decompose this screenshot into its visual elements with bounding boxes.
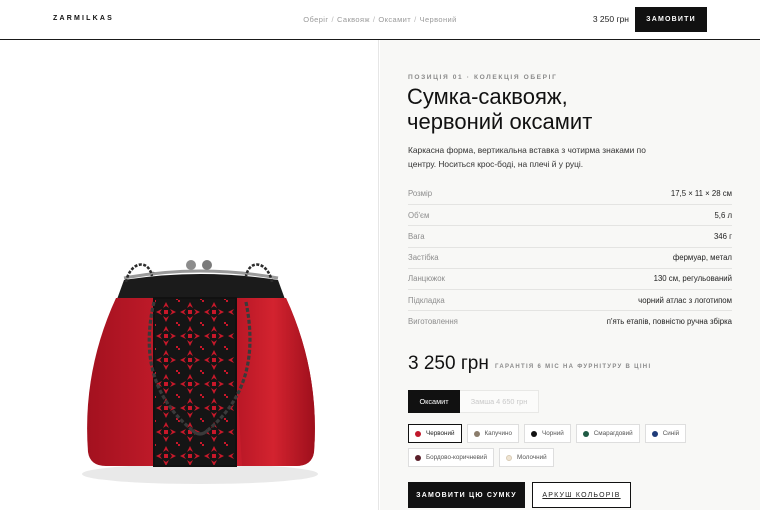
spec-label: Розмір: [408, 189, 433, 199]
spec-label: Ланцюжок: [408, 274, 445, 284]
spec-label: Підкладка: [408, 295, 445, 305]
color-chip-label: Капучино: [484, 430, 513, 437]
spec-row-chain: Ланцюжок 130 см, регульований: [408, 267, 732, 289]
color-chip-milk[interactable]: Молочний: [499, 448, 554, 467]
material-selector: Оксамит Замша 4 650 грн: [408, 390, 539, 413]
spec-value: п'ять етапів, повністю ручна збірка: [606, 316, 732, 326]
spec-value: фермуар, метал: [672, 253, 732, 263]
product-title-line-2: червоний оксамит: [407, 109, 593, 134]
product-description: Каркасна форма, вертикальна вставка з чо…: [408, 145, 646, 169]
color-chip-label: Бордово-коричневий: [426, 454, 488, 461]
color-swatch-icon: [651, 430, 658, 437]
color-sheet-button[interactable]: АРКУШ КОЛЬОРІВ: [532, 482, 631, 508]
spec-row-weight: Вага 346 г: [408, 225, 732, 246]
breadcrumb-item-chervonyi: Червоний: [419, 15, 457, 24]
product-title: Сумка-саквояж, червоний оксамит: [407, 84, 707, 134]
color-chip-label: Синій: [662, 430, 680, 437]
guarantee-note: ГАРАНТІЯ 6 МІС НА ФУРНІТУРУ В ЦІНІ: [495, 364, 652, 370]
spec-row-size: Розмір 17,5 × 11 × 28 см: [408, 183, 732, 204]
spec-label: Виготовлення: [408, 316, 458, 326]
color-chip-cappuccino[interactable]: Капучино: [466, 424, 520, 443]
color-chip-blue[interactable]: Синій: [644, 424, 687, 443]
spec-value: 5,6 л: [714, 210, 732, 220]
color-selector: Червоний Капучино Чорний Смарагдовий Син…: [408, 424, 738, 467]
color-chip-label: Смарагдовий: [593, 430, 633, 437]
product-title-line-1: Сумка-саквояж,: [407, 84, 568, 109]
product-image-pane: [0, 40, 379, 510]
breadcrumb-separator: /: [414, 15, 417, 24]
site-header: ZARMILKAS Оберіг / Саквояж / Оксамит / Червони…: [0, 0, 760, 40]
product-eyebrow: ПОЗИЦІЯ 01 · КОЛЕКЦІЯ ОБЕРІГ: [408, 74, 558, 81]
color-swatch-icon: [473, 430, 480, 437]
color-swatch-icon: [506, 454, 513, 461]
breadcrumb-separator: /: [331, 15, 334, 24]
color-chip-label: Молочний: [517, 454, 547, 461]
color-chip-burgundy-brown[interactable]: Бордово-коричневий: [408, 448, 495, 467]
product-details-pane: ПОЗИЦІЯ 01 · КОЛЕКЦІЯ ОБЕРІГ Сумка-сакво…: [380, 40, 760, 510]
spec-value: 17,5 × 11 × 28 см: [670, 189, 732, 199]
action-buttons: ЗАМОВИТИ ЦЮ СУМКУ АРКУШ КОЛЬОРІВ: [408, 482, 631, 508]
breadcrumb-separator: /: [372, 15, 376, 24]
color-chip-black[interactable]: Чорний: [524, 424, 571, 443]
color-swatch-icon: [415, 430, 421, 437]
product-photo: [82, 260, 318, 484]
color-swatch-icon: [582, 430, 589, 437]
spec-row-manufacturing: Виготовлення п'ять етапів, повністю ручн…: [408, 310, 732, 331]
spec-row-clasp: Застібка фермуар, метал: [408, 246, 732, 268]
color-swatch-icon: [415, 454, 421, 461]
material-option-velvet[interactable]: Оксамит: [408, 390, 460, 413]
product-price: 3 250 грн: [408, 353, 489, 374]
spec-value: 346 г: [713, 231, 732, 241]
order-this-bag-button[interactable]: ЗАМОВИТИ ЦЮ СУМКУ: [408, 482, 525, 508]
spec-value: чорний атлас з логотипом: [638, 295, 732, 305]
color-swatch-icon: [531, 430, 538, 437]
header-price: 3 250 грн: [592, 14, 629, 24]
color-chip-label: Червоний: [426, 430, 455, 437]
clasp-icon: [186, 260, 196, 270]
color-chip-emerald[interactable]: Смарагдовий: [575, 424, 640, 443]
color-chip-red[interactable]: Червоний: [408, 424, 462, 443]
spec-table: Розмір 17,5 × 11 × 28 см Об'єм 5,6 л Ваг…: [408, 183, 732, 331]
breadcrumb-item-oksamyt[interactable]: Оксамит: [378, 15, 411, 24]
material-option-suede[interactable]: Замша 4 650 грн: [460, 390, 539, 413]
breadcrumb-item-oberig[interactable]: Оберіг: [303, 15, 328, 24]
breadcrumb-item-sakvoyazh[interactable]: Саквояж: [337, 15, 370, 24]
spec-label: Вага: [408, 231, 425, 241]
spec-label: Застібка: [408, 253, 439, 263]
spec-row-volume: Об'єм 5,6 л: [408, 204, 732, 225]
color-chip-label: Чорний: [542, 430, 564, 437]
header-order-button[interactable]: ЗАМОВИТИ: [635, 7, 707, 32]
spec-value: 130 см, регульований: [653, 274, 732, 284]
spec-label: Об'єм: [408, 210, 430, 220]
spec-row-lining: Підкладка чорний атлас з логотипом: [408, 288, 732, 310]
